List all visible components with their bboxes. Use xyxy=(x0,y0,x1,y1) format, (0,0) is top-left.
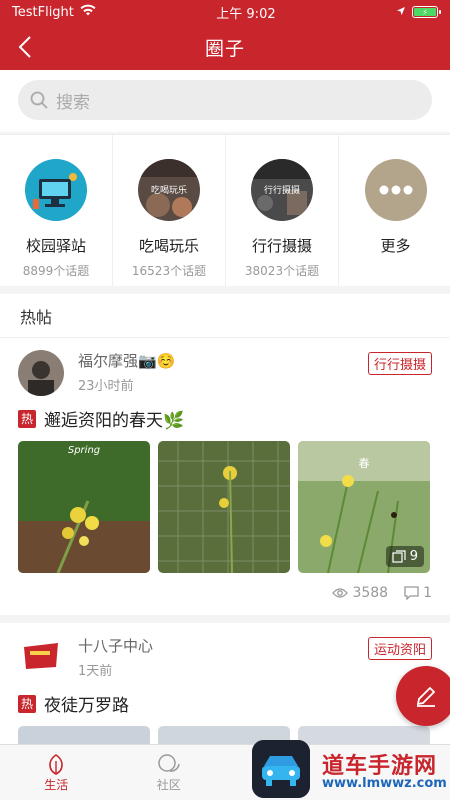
category-count: 8899个话题 xyxy=(22,264,90,278)
post-photo[interactable] xyxy=(158,441,290,573)
photo-image-label: 行行摄摄 xyxy=(263,186,300,196)
topic-tag[interactable]: 运动资阳 xyxy=(367,637,432,660)
back-button[interactable] xyxy=(10,32,40,62)
food-category-image: 吃喝玩乐 xyxy=(138,159,200,221)
avatar[interactable] xyxy=(18,350,64,396)
location-icon xyxy=(396,5,406,20)
search-icon xyxy=(30,91,48,109)
battery-charging-icon: ⚡ xyxy=(412,6,441,18)
category-name: 校园驿站 xyxy=(25,237,86,255)
comments-stat[interactable]: 1 xyxy=(404,585,432,601)
more-dots-icon xyxy=(364,159,427,221)
compose-button[interactable] xyxy=(396,666,450,726)
author-name[interactable]: 福尔摩强📷☺️ xyxy=(78,350,368,371)
post-card[interactable]: 福尔摩强📷☺️ 23小时前 行行摄摄 热 邂逅资阳的春天🌿 Spring 春 9… xyxy=(0,338,450,615)
chat-bubble-icon xyxy=(158,754,180,772)
photo-overlay-text: Spring xyxy=(67,445,101,456)
campus-category-image xyxy=(25,159,87,221)
search-area: 搜索 xyxy=(0,70,450,132)
comments-count: 1 xyxy=(423,585,432,601)
photo-overlay-text: 春 xyxy=(358,457,370,470)
views-stat: 3588 xyxy=(332,585,388,601)
category-name: 更多 xyxy=(380,237,411,255)
avatar[interactable] xyxy=(18,635,64,681)
app-screen: TestFlight 上午 9:02 ⚡ 圈子 搜索 校园驿站 8899个话题 … xyxy=(0,0,450,800)
post-photo[interactable]: Spring xyxy=(18,441,150,573)
watermark-url: www.lmwwz.com xyxy=(322,776,447,791)
category-grid: 校园驿站 8899个话题 吃喝玩乐 吃喝玩乐 16523个话题 行行摄摄 行行摄… xyxy=(0,134,450,286)
category-campus-station[interactable]: 校园驿站 8899个话题 xyxy=(0,135,113,286)
photo-grid: Spring 春 9 xyxy=(18,441,432,573)
watermark-logo xyxy=(252,740,310,798)
page-title: 圈子 xyxy=(204,37,245,60)
hot-badge: 热 xyxy=(18,409,36,428)
carrier-label: TestFlight xyxy=(12,4,74,20)
post-stats: 3588 1 xyxy=(18,585,432,601)
edit-pencil-icon xyxy=(416,686,436,707)
post-title: 夜徒万罗路 xyxy=(44,696,129,716)
status-time: 上午 9:02 xyxy=(216,6,276,22)
hot-badge: 热 xyxy=(18,694,36,713)
wifi-icon xyxy=(80,4,96,20)
category-name: 吃喝玩乐 xyxy=(138,237,199,255)
category-photography[interactable]: 行行摄摄 行行摄摄 38023个话题 xyxy=(226,135,339,286)
comment-icon xyxy=(404,586,419,600)
chevron-left-icon xyxy=(18,36,31,58)
image-stack-icon xyxy=(392,549,406,563)
category-more[interactable]: 更多 xyxy=(339,135,450,286)
photo-category-image: 行行摄摄 xyxy=(251,159,313,221)
post-time: 23小时前 xyxy=(78,379,134,394)
category-count: 38023个话题 xyxy=(244,264,320,278)
post-title: 邂逅资阳的春天🌿 xyxy=(44,411,185,431)
food-image-label: 吃喝玩乐 xyxy=(150,186,187,196)
category-count: 16523个话题 xyxy=(131,264,207,278)
post-time: 1天前 xyxy=(78,664,113,679)
tab-community[interactable]: 社区 xyxy=(113,745,226,800)
views-count: 3588 xyxy=(352,585,389,601)
tab-life[interactable]: 生活 xyxy=(0,745,113,800)
category-name: 行行摄摄 xyxy=(251,237,312,255)
more-photos-count: 9 xyxy=(409,549,418,564)
tab-label: 生活 xyxy=(44,778,69,792)
leaf-icon xyxy=(49,754,64,775)
hot-posts-heading: 热帖 xyxy=(0,294,450,338)
author-name[interactable]: 十八子中心 xyxy=(78,635,368,656)
topic-tag[interactable]: 行行摄摄 xyxy=(367,352,432,375)
search-placeholder: 搜索 xyxy=(56,92,90,113)
navbar: 圈子 xyxy=(0,24,450,70)
eye-icon xyxy=(332,588,349,598)
category-food-fun[interactable]: 吃喝玩乐 吃喝玩乐 16523个话题 xyxy=(113,135,226,286)
post-photo[interactable]: 春 9 xyxy=(298,441,430,573)
more-photos-badge[interactable]: 9 xyxy=(385,546,424,567)
tab-label: 社区 xyxy=(156,778,181,792)
status-bar: TestFlight 上午 9:02 ⚡ xyxy=(0,0,450,24)
search-input[interactable]: 搜索 xyxy=(18,80,432,120)
header: TestFlight 上午 9:02 ⚡ 圈子 xyxy=(0,0,450,70)
